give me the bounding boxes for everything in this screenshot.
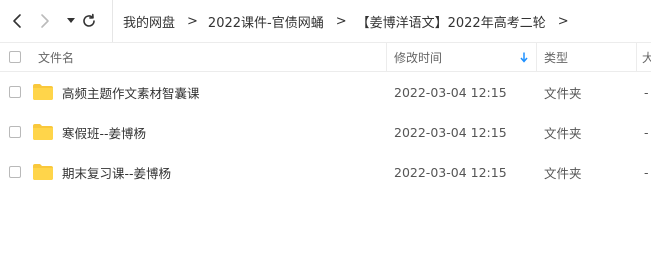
row-checkbox-cell[interactable] [9,72,21,112]
toolbar: 我的网盘 > 2022课件-官债网蛹 > 【姜博洋语文】2022年高考二轮 > [0,0,651,42]
file-type: 文件夹 [544,85,582,101]
folder-icon [33,112,53,152]
folder-icon [33,72,53,112]
file-row[interactable]: 寒假班--姜博杨 2022-03-04 12:15 文件夹 - [0,112,651,152]
breadcrumb-item-courseware[interactable]: 2022课件-官债网蛹 [208,12,324,31]
row-checkbox[interactable] [9,86,21,98]
sort-down-arrow-icon [520,52,528,63]
file-type: 文件夹 [544,165,582,181]
file-modified: 2022-03-04 12:15 [394,84,507,100]
history-dropdown-button[interactable] [62,11,80,31]
select-all-checkbox[interactable] [9,51,21,63]
column-divider[interactable] [386,43,387,71]
file-size: - [644,164,649,180]
breadcrumb-separator: > [187,13,198,29]
column-divider[interactable] [536,43,537,71]
file-row[interactable]: 期末复习课--姜博杨 2022-03-04 12:15 文件夹 - [0,152,651,192]
caret-down-icon [67,18,75,23]
row-checkbox[interactable] [9,126,21,138]
row-checkbox-cell[interactable] [9,152,21,192]
chevron-right-icon [41,14,49,28]
row-checkbox[interactable] [9,166,21,178]
folder-icon [33,152,53,192]
chevron-left-icon [13,14,21,28]
row-checkbox-cell[interactable] [9,112,21,152]
file-row[interactable]: 高频主题作文素材智囊课 2022-03-04 12:15 文件夹 - [0,72,651,112]
breadcrumb-item-current[interactable]: 【姜博洋语文】2022年高考二轮 [357,12,546,31]
refresh-button[interactable] [80,11,98,31]
file-size: - [644,124,649,140]
file-size: - [644,84,649,100]
file-type: 文件夹 [544,125,582,141]
breadcrumb-separator: > [557,13,569,29]
file-name[interactable]: 期末复习课--姜博杨 [62,152,171,192]
column-header-modified-label: 修改时间 [394,50,443,65]
file-name[interactable]: 高频主题作文素材智囊课 [62,72,200,112]
column-header-name[interactable]: 文件名 [38,43,74,71]
column-header-size[interactable]: 大 [642,43,651,71]
file-name[interactable]: 寒假班--姜博杨 [62,112,146,152]
column-header-modified[interactable]: 修改时间 [394,43,532,71]
refresh-icon [83,13,95,27]
back-button[interactable] [8,11,26,31]
file-modified: 2022-03-04 12:15 [394,124,507,140]
column-divider[interactable] [636,43,637,71]
forward-button[interactable] [36,11,54,31]
breadcrumb: 我的网盘 > 2022课件-官债网蛹 > 【姜博洋语文】2022年高考二轮 > [112,0,579,42]
breadcrumb-separator: > [335,13,347,29]
file-modified: 2022-03-04 12:15 [394,164,507,180]
file-list-header: 文件名 修改时间 类型 大 [0,42,651,72]
select-all-checkbox-cell[interactable] [9,43,21,71]
column-header-type[interactable]: 类型 [544,43,568,71]
breadcrumb-item-root[interactable]: 我的网盘 [123,12,175,31]
